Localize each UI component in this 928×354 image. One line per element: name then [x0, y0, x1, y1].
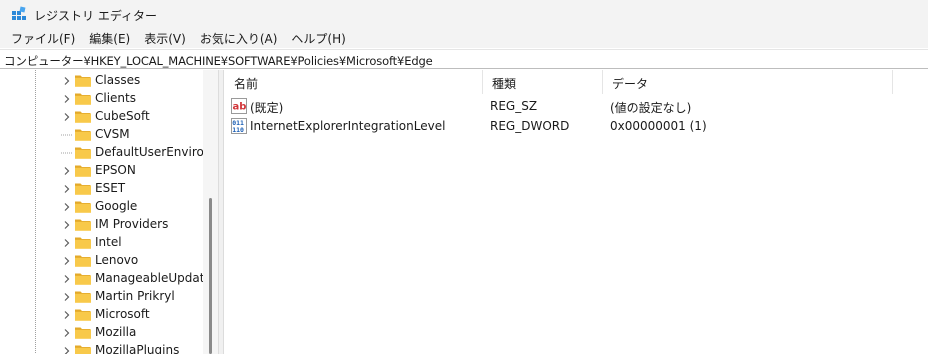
tree-item[interactable]: Clients — [0, 90, 204, 108]
chevron-right-icon[interactable] — [61, 291, 73, 303]
chevron-right-icon[interactable] — [61, 219, 73, 231]
folder-icon — [74, 91, 92, 106]
folder-icon — [74, 181, 92, 196]
folder-icon — [74, 253, 92, 268]
tree-item-label: EPSON — [95, 163, 136, 177]
column-header-type[interactable]: 種類 — [482, 70, 602, 94]
tree-item-label: MozillaPlugins — [95, 343, 180, 354]
tree-item-label: Lenovo — [95, 253, 139, 267]
menu-edit[interactable]: 編集(E) — [82, 30, 137, 47]
chevron-right-icon[interactable] — [61, 345, 73, 354]
tree-item-label: Mozilla — [95, 325, 137, 339]
tree-item-label: CVSM — [95, 127, 130, 141]
key-tree-pane[interactable]: Classes Clients CubeSoft CVSM DefaultUserEnv… — [0, 70, 218, 354]
folder-icon — [74, 145, 92, 160]
chevron-right-icon[interactable] — [61, 327, 73, 339]
tree-scrollbar-thumb[interactable] — [209, 198, 212, 354]
tree-item-label: Microsoft — [95, 307, 150, 321]
column-header-type-label: 種類 — [492, 77, 517, 91]
string-value-icon: ab — [231, 98, 247, 114]
chevron-right-icon[interactable] — [61, 255, 73, 267]
tree-item-label: ESET — [95, 181, 126, 195]
chevron-right-icon[interactable] — [61, 201, 73, 213]
tree-item[interactable]: ManageableUpdateF — [0, 270, 218, 288]
svg-text:ab: ab — [233, 102, 247, 113]
chevron-right-icon[interactable] — [61, 273, 73, 285]
tree-item-label: IM Providers — [95, 217, 169, 231]
tree-item[interactable]: EPSON — [0, 162, 204, 180]
tree-item[interactable]: Mozilla — [0, 324, 204, 342]
registry-editor-icon — [12, 6, 26, 20]
column-header-data[interactable]: データ — [602, 70, 892, 94]
folder-icon — [74, 199, 92, 214]
tree-item-label: ManageableUpdateF — [95, 271, 218, 285]
tree-connector-line — [61, 129, 73, 141]
menu-bar: ファイル(F) 編集(E) 表示(V) お気に入り(A) ヘルプ(H) — [0, 28, 928, 48]
chevron-right-icon[interactable] — [61, 309, 73, 321]
value-type: REG_SZ — [490, 99, 538, 113]
tree-item-label: Martin Prikryl — [95, 289, 175, 303]
chevron-right-icon[interactable] — [61, 183, 73, 195]
tree-item[interactable]: IM Providers — [0, 216, 204, 234]
value-name: InternetExplorerIntegrationLevel — [250, 119, 446, 133]
tree-item-label: Intel — [95, 235, 122, 249]
value-name: (既定) — [250, 101, 284, 115]
chevron-right-icon[interactable] — [61, 75, 73, 87]
tree-item[interactable]: ESET — [0, 180, 204, 198]
tree-item[interactable]: Classes — [0, 72, 204, 90]
value-data: (値の設定なし) — [610, 101, 692, 115]
value-data: 0x00000001 (1) — [610, 119, 707, 133]
tree-item[interactable]: Google — [0, 198, 204, 216]
chevron-right-icon[interactable] — [61, 165, 73, 177]
value-type: REG_DWORD — [490, 119, 570, 133]
folder-icon — [74, 343, 92, 354]
tree-item-label: Clients — [95, 91, 136, 105]
folder-icon — [74, 325, 92, 340]
column-separator[interactable] — [892, 70, 893, 94]
folder-icon — [74, 217, 92, 232]
chevron-right-icon[interactable] — [61, 111, 73, 123]
value-list-pane[interactable]: 名前 種類 データ ab (既定) REG_SZ (値の設定なし) 011 11… — [224, 70, 928, 354]
tree-connector-line — [61, 147, 73, 159]
tree-item[interactable]: Martin Prikryl — [0, 288, 204, 306]
menu-file[interactable]: ファイル(F) — [0, 30, 82, 47]
svg-text:110: 110 — [232, 126, 244, 134]
tree-item[interactable]: Lenovo — [0, 252, 204, 270]
menu-help[interactable]: ヘルプ(H) — [284, 30, 352, 47]
tree-item[interactable]: MozillaPlugins — [0, 342, 204, 354]
folder-icon — [74, 109, 92, 124]
menu-view[interactable]: 表示(V) — [137, 30, 193, 47]
tree-item[interactable]: DefaultUserEnvironn — [0, 144, 218, 162]
tree-item-label: CubeSoft — [95, 109, 150, 123]
column-header-name-label: 名前 — [234, 77, 259, 91]
tree-item[interactable]: CVSM — [0, 126, 204, 144]
tree-item-label: Google — [95, 199, 138, 213]
folder-icon — [74, 271, 92, 286]
column-header-data-label: データ — [612, 77, 649, 91]
binary-value-icon: 011 110 — [231, 118, 247, 134]
address-bar[interactable]: コンピューター¥HKEY_LOCAL_MACHINE¥SOFTWARE¥Poli… — [0, 49, 928, 69]
address-path[interactable]: コンピューター¥HKEY_LOCAL_MACHINE¥SOFTWARE¥Poli… — [4, 53, 433, 69]
folder-icon — [74, 307, 92, 322]
tree-item-label: DefaultUserEnvironn — [95, 145, 218, 159]
menu-favorites[interactable]: お気に入り(A) — [193, 30, 285, 47]
title-bar[interactable]: レジストリ エディター — [0, 0, 928, 28]
chevron-right-icon[interactable] — [61, 237, 73, 249]
folder-icon — [74, 73, 92, 88]
folder-icon — [74, 289, 92, 304]
tree-scrollbar[interactable] — [203, 70, 218, 354]
folder-icon — [74, 235, 92, 250]
folder-icon — [74, 127, 92, 142]
value-row[interactable]: ab (既定) REG_SZ (値の設定なし) — [224, 96, 928, 116]
tree-item[interactable]: Intel — [0, 234, 204, 252]
tree-item[interactable]: Microsoft — [0, 306, 204, 324]
window-title: レジストリ エディター — [34, 9, 157, 23]
folder-icon — [74, 163, 92, 178]
column-header-name[interactable]: 名前 — [224, 70, 482, 94]
tree-item-label: Classes — [95, 73, 141, 87]
value-row[interactable]: 011 110 InternetExplorerIntegrationLevel… — [224, 116, 928, 136]
tree-item[interactable]: CubeSoft — [0, 108, 204, 126]
chevron-right-icon[interactable] — [61, 93, 73, 105]
